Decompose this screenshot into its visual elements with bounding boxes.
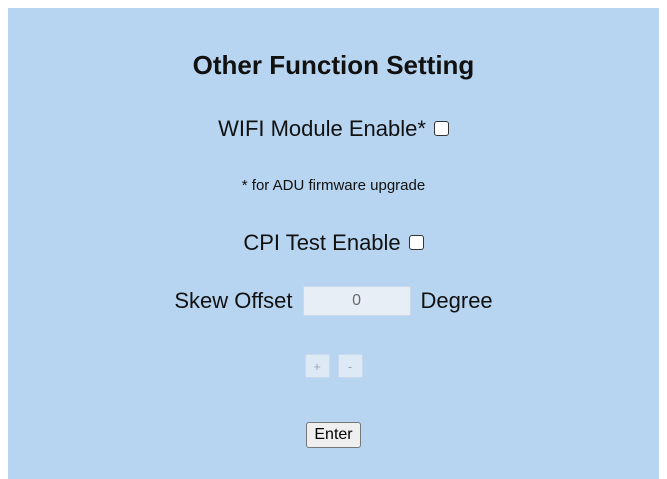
wifi-note: * for ADU firmware upgrade [241,177,426,194]
wifi-enable-label: WIFI Module Enable* [218,116,426,141]
skew-offset-input[interactable] [302,286,411,316]
enter-row: Enter [8,422,659,448]
increment-button[interactable]: + [304,354,330,378]
cpi-test-checkbox[interactable] [408,234,424,250]
decrement-button[interactable]: - [337,354,363,378]
cpi-test-row: CPI Test Enable [8,230,659,256]
skew-unit-label: Degree [420,288,493,313]
skew-offset-row: Skew Offset Degree [8,286,659,316]
settings-panel: Other Function Setting WIFI Module Enabl… [8,8,659,479]
wifi-enable-checkbox[interactable] [433,120,449,136]
enter-button[interactable]: Enter [306,422,361,448]
skew-offset-label: Skew Offset [174,288,293,313]
skew-stepper: + - [8,354,659,378]
page-title: Other Function Setting [192,50,475,80]
cpi-test-label: CPI Test Enable [243,230,401,255]
wifi-enable-row: WIFI Module Enable* [8,116,659,142]
